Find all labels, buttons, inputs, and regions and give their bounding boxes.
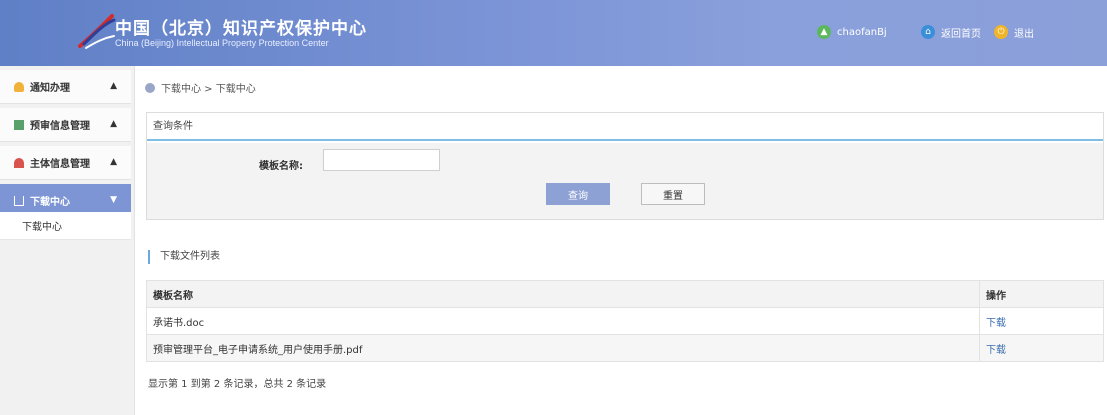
home-icon: ⌂ (921, 25, 935, 39)
query-panel-body: 模板名称: 查询 重置 (147, 143, 1103, 219)
query-panel: 查询条件 模板名称: 查询 重置 (146, 112, 1104, 220)
sidebar-item-label: 通知办理 (30, 83, 70, 94)
reset-button[interactable]: 重置 (641, 183, 705, 205)
top-header: 中国（北京）知识产权保护中心 China (Beijing) Intellect… (0, 0, 1107, 66)
sidebar-subitem-download[interactable]: 下载中心 (0, 212, 131, 240)
username: chaofanBj (837, 26, 887, 38)
chevron-up-icon: ▲ (110, 157, 117, 167)
search-button[interactable]: 查询 (546, 183, 610, 205)
bell-icon (14, 81, 24, 92)
file-name: 预审管理平台_电子申请系统_用户使用手册.pdf (146, 334, 980, 362)
home-label: 返回首页 (941, 28, 981, 40)
chevron-up-icon: ▲ (110, 119, 117, 129)
breadcrumb-path: 下载中心 > 下载中心 (161, 84, 256, 95)
logo-icon (78, 14, 116, 49)
power-icon: ⏻ (994, 25, 1008, 39)
download-link[interactable]: 下载 (986, 318, 1006, 329)
sidebar-item-notice[interactable]: 通知办理 ▲ (0, 70, 131, 104)
table-header-row: 模板名称 操作 (146, 280, 1104, 308)
column-header-action[interactable]: 操作 (979, 280, 1104, 308)
site-title-en: China (Beijing) Intellectual Property Pr… (115, 38, 329, 48)
download-link[interactable]: 下载 (986, 345, 1006, 356)
list-title: 下载文件列表 (148, 250, 220, 264)
user-menu[interactable]: ▲ chaofanBj (817, 23, 887, 41)
sidebar: 通知办理 ▲ 预审信息管理 ▲ 主体信息管理 ▲ 下载中心 ▼ 下载中心 (0, 66, 135, 415)
table-row: 承诺书.doc 下载 (146, 307, 1104, 335)
chevron-up-icon: ▲ (110, 81, 117, 91)
user-icon (145, 82, 155, 93)
chevron-down-icon: ▼ (110, 195, 117, 205)
pagination-summary: 显示第 1 到第 2 条记录，总共 2 条记录 (148, 379, 327, 390)
template-name-input[interactable] (323, 149, 440, 171)
file-table: 模板名称 操作 承诺书.doc 下载 预审管理平台_电子申请系统_用户使用手册.… (146, 280, 1104, 362)
sidebar-item-label: 预审信息管理 (30, 121, 90, 132)
column-header-name[interactable]: 模板名称 (146, 280, 980, 308)
query-panel-title: 查询条件 (147, 113, 1103, 141)
file-name: 承诺书.doc (146, 307, 980, 335)
document-icon (14, 119, 24, 130)
logout-label: 退出 (1014, 28, 1034, 40)
user-icon (14, 157, 24, 168)
sidebar-item-preexam[interactable]: 预审信息管理 ▲ (0, 108, 131, 142)
sidebar-item-label: 下载中心 (30, 197, 70, 208)
home-link[interactable]: ⌂ 返回首页 (921, 23, 981, 41)
sidebar-item-subject[interactable]: 主体信息管理 ▲ (0, 146, 131, 180)
sidebar-item-label: 主体信息管理 (30, 159, 90, 170)
logout-link[interactable]: ⏻ 退出 (994, 23, 1034, 41)
table-row: 预审管理平台_电子申请系统_用户使用手册.pdf 下载 (146, 334, 1104, 362)
breadcrumb: 下载中心 > 下载中心 (145, 80, 256, 95)
download-icon (14, 195, 24, 206)
template-name-label: 模板名称: (259, 161, 303, 172)
site-title-cn: 中国（北京）知识产权保护中心 (115, 19, 367, 39)
user-icon: ▲ (817, 25, 831, 39)
sidebar-subitem-label: 下载中心 (22, 222, 62, 233)
